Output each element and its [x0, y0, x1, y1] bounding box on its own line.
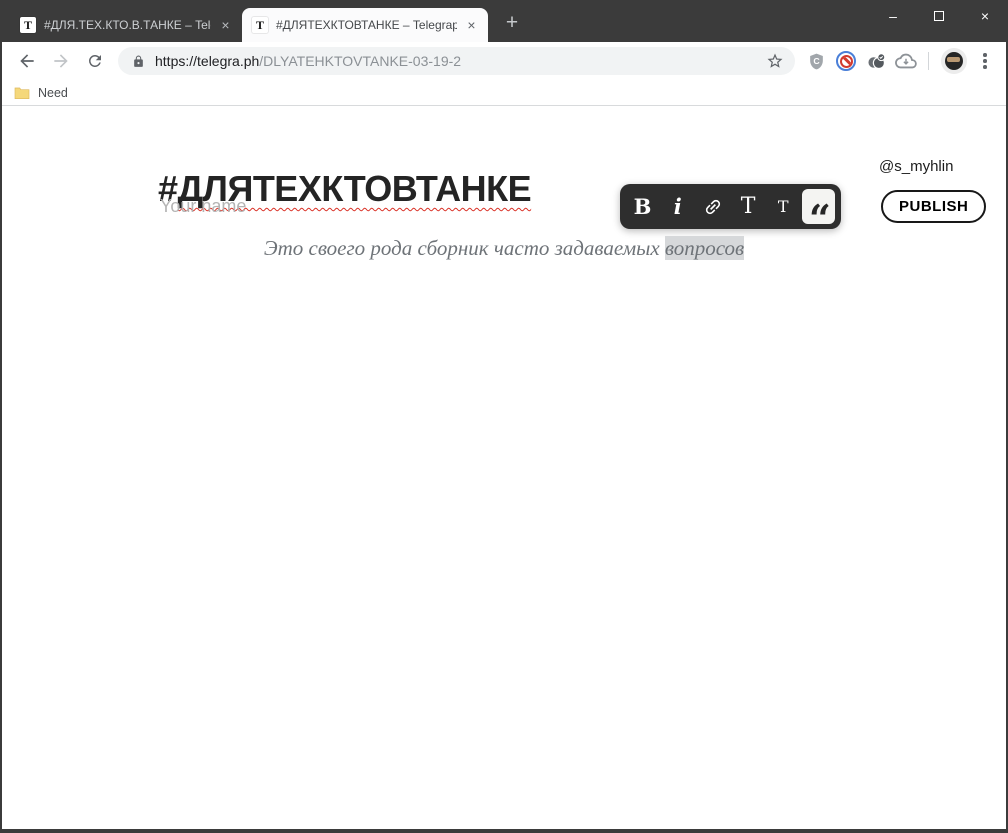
browser-menu-button[interactable] — [972, 47, 998, 75]
reload-button[interactable] — [81, 47, 109, 75]
reload-icon — [88, 54, 101, 67]
maximize-button[interactable] — [916, 0, 962, 32]
url-host: https://telegra.ph — [155, 53, 260, 69]
maximize-icon — [934, 11, 944, 21]
toolbar-separator — [928, 52, 929, 70]
tab-strip: T #ДЛЯ.ТЕХ.КТО.В.ТАНКЕ – Telegra × T #ДЛ… — [0, 0, 1008, 42]
minimize-button[interactable]: – — [870, 0, 916, 32]
browser-toolbar: https://telegra.ph/DLYATEHKTOVTANKE-03-1… — [2, 42, 1006, 80]
browser-window: https://telegra.ph/DLYATEHKTOVTANKE-03-1… — [2, 42, 1006, 829]
bookmark-label: Need — [38, 85, 68, 100]
extension-adblock-button[interactable] — [831, 47, 861, 75]
folder-icon — [14, 87, 30, 99]
browser-tab-1[interactable]: T #ДЛЯ.ТЕХ.КТО.В.ТАНКЕ – Telegra × — [10, 8, 242, 42]
bookmark-folder-need[interactable]: Need — [14, 86, 68, 100]
url-path: /DLYATEHKTOVTANKE-03-19-2 — [259, 53, 462, 69]
account-handle: @s_myhlin — [879, 158, 954, 175]
author-name-field[interactable]: Your name — [160, 196, 246, 217]
tab-title: #ДЛЯ.ТЕХ.КТО.В.ТАНКЕ – Telegra — [44, 18, 211, 32]
back-button[interactable] — [13, 47, 41, 75]
lock-icon[interactable] — [132, 55, 145, 68]
bookmark-star-button[interactable] — [763, 49, 787, 73]
prohibition-icon — [836, 51, 856, 71]
bold-button[interactable]: B — [626, 189, 659, 224]
telegraph-favicon: T — [20, 17, 36, 33]
extension-coins-button[interactable] — [861, 47, 891, 75]
extension-shield-button[interactable]: C — [801, 47, 831, 75]
menu-dot — [983, 53, 987, 57]
browser-tab-2-active[interactable]: T #ДЛЯТЕХКТОВТАНКЕ – Telegrap × — [242, 8, 488, 42]
heading-button[interactable]: T — [732, 189, 765, 224]
pullquote-text[interactable]: Это своего рода сборник часто задаваемых… — [2, 236, 1006, 261]
italic-button[interactable]: i — [661, 189, 694, 224]
profile-avatar[interactable] — [941, 48, 967, 74]
extension-download-button[interactable] — [891, 47, 921, 75]
shield-icon: C — [809, 53, 823, 69]
publish-button[interactable]: PUBLISH — [881, 190, 987, 223]
link-button[interactable] — [696, 189, 729, 224]
tab-title: #ДЛЯТЕХКТОВТАНКЕ – Telegrap — [276, 18, 457, 32]
bookmarks-bar: Need — [2, 80, 1006, 106]
new-tab-button[interactable]: + — [498, 9, 526, 37]
tab-close-icon[interactable]: × — [217, 17, 234, 34]
coins-checkmark-icon — [867, 52, 885, 69]
svg-text:C: C — [813, 55, 820, 65]
url-text: https://telegra.ph/DLYATEHKTOVTANKE-03-1… — [155, 53, 763, 69]
link-icon — [705, 199, 720, 214]
window-controls: – × — [870, 0, 1008, 32]
forward-button[interactable] — [47, 47, 75, 75]
formatting-toolbar: B i T T “ — [620, 184, 841, 237]
address-bar[interactable]: https://telegra.ph/DLYATEHKTOVTANKE-03-1… — [118, 47, 795, 75]
telegraph-favicon: T — [252, 17, 268, 33]
tab-close-icon[interactable]: × — [463, 17, 480, 34]
selected-word: вопросов — [664, 236, 745, 260]
forward-arrow-icon — [54, 54, 68, 68]
star-icon — [767, 53, 783, 68]
telegraph-editor-page: #ДЛЯТЕХКТОВТАНКЕ Your name B i T T “ @s_… — [2, 106, 1006, 829]
close-button[interactable]: × — [962, 0, 1008, 32]
back-arrow-icon — [20, 54, 34, 68]
subheading-button[interactable]: T — [767, 189, 800, 224]
quote-button-active[interactable]: “ — [801, 189, 835, 237]
quote-text: Это своего рода сборник часто задаваемых — [263, 236, 665, 260]
cloud-download-icon — [895, 53, 917, 69]
